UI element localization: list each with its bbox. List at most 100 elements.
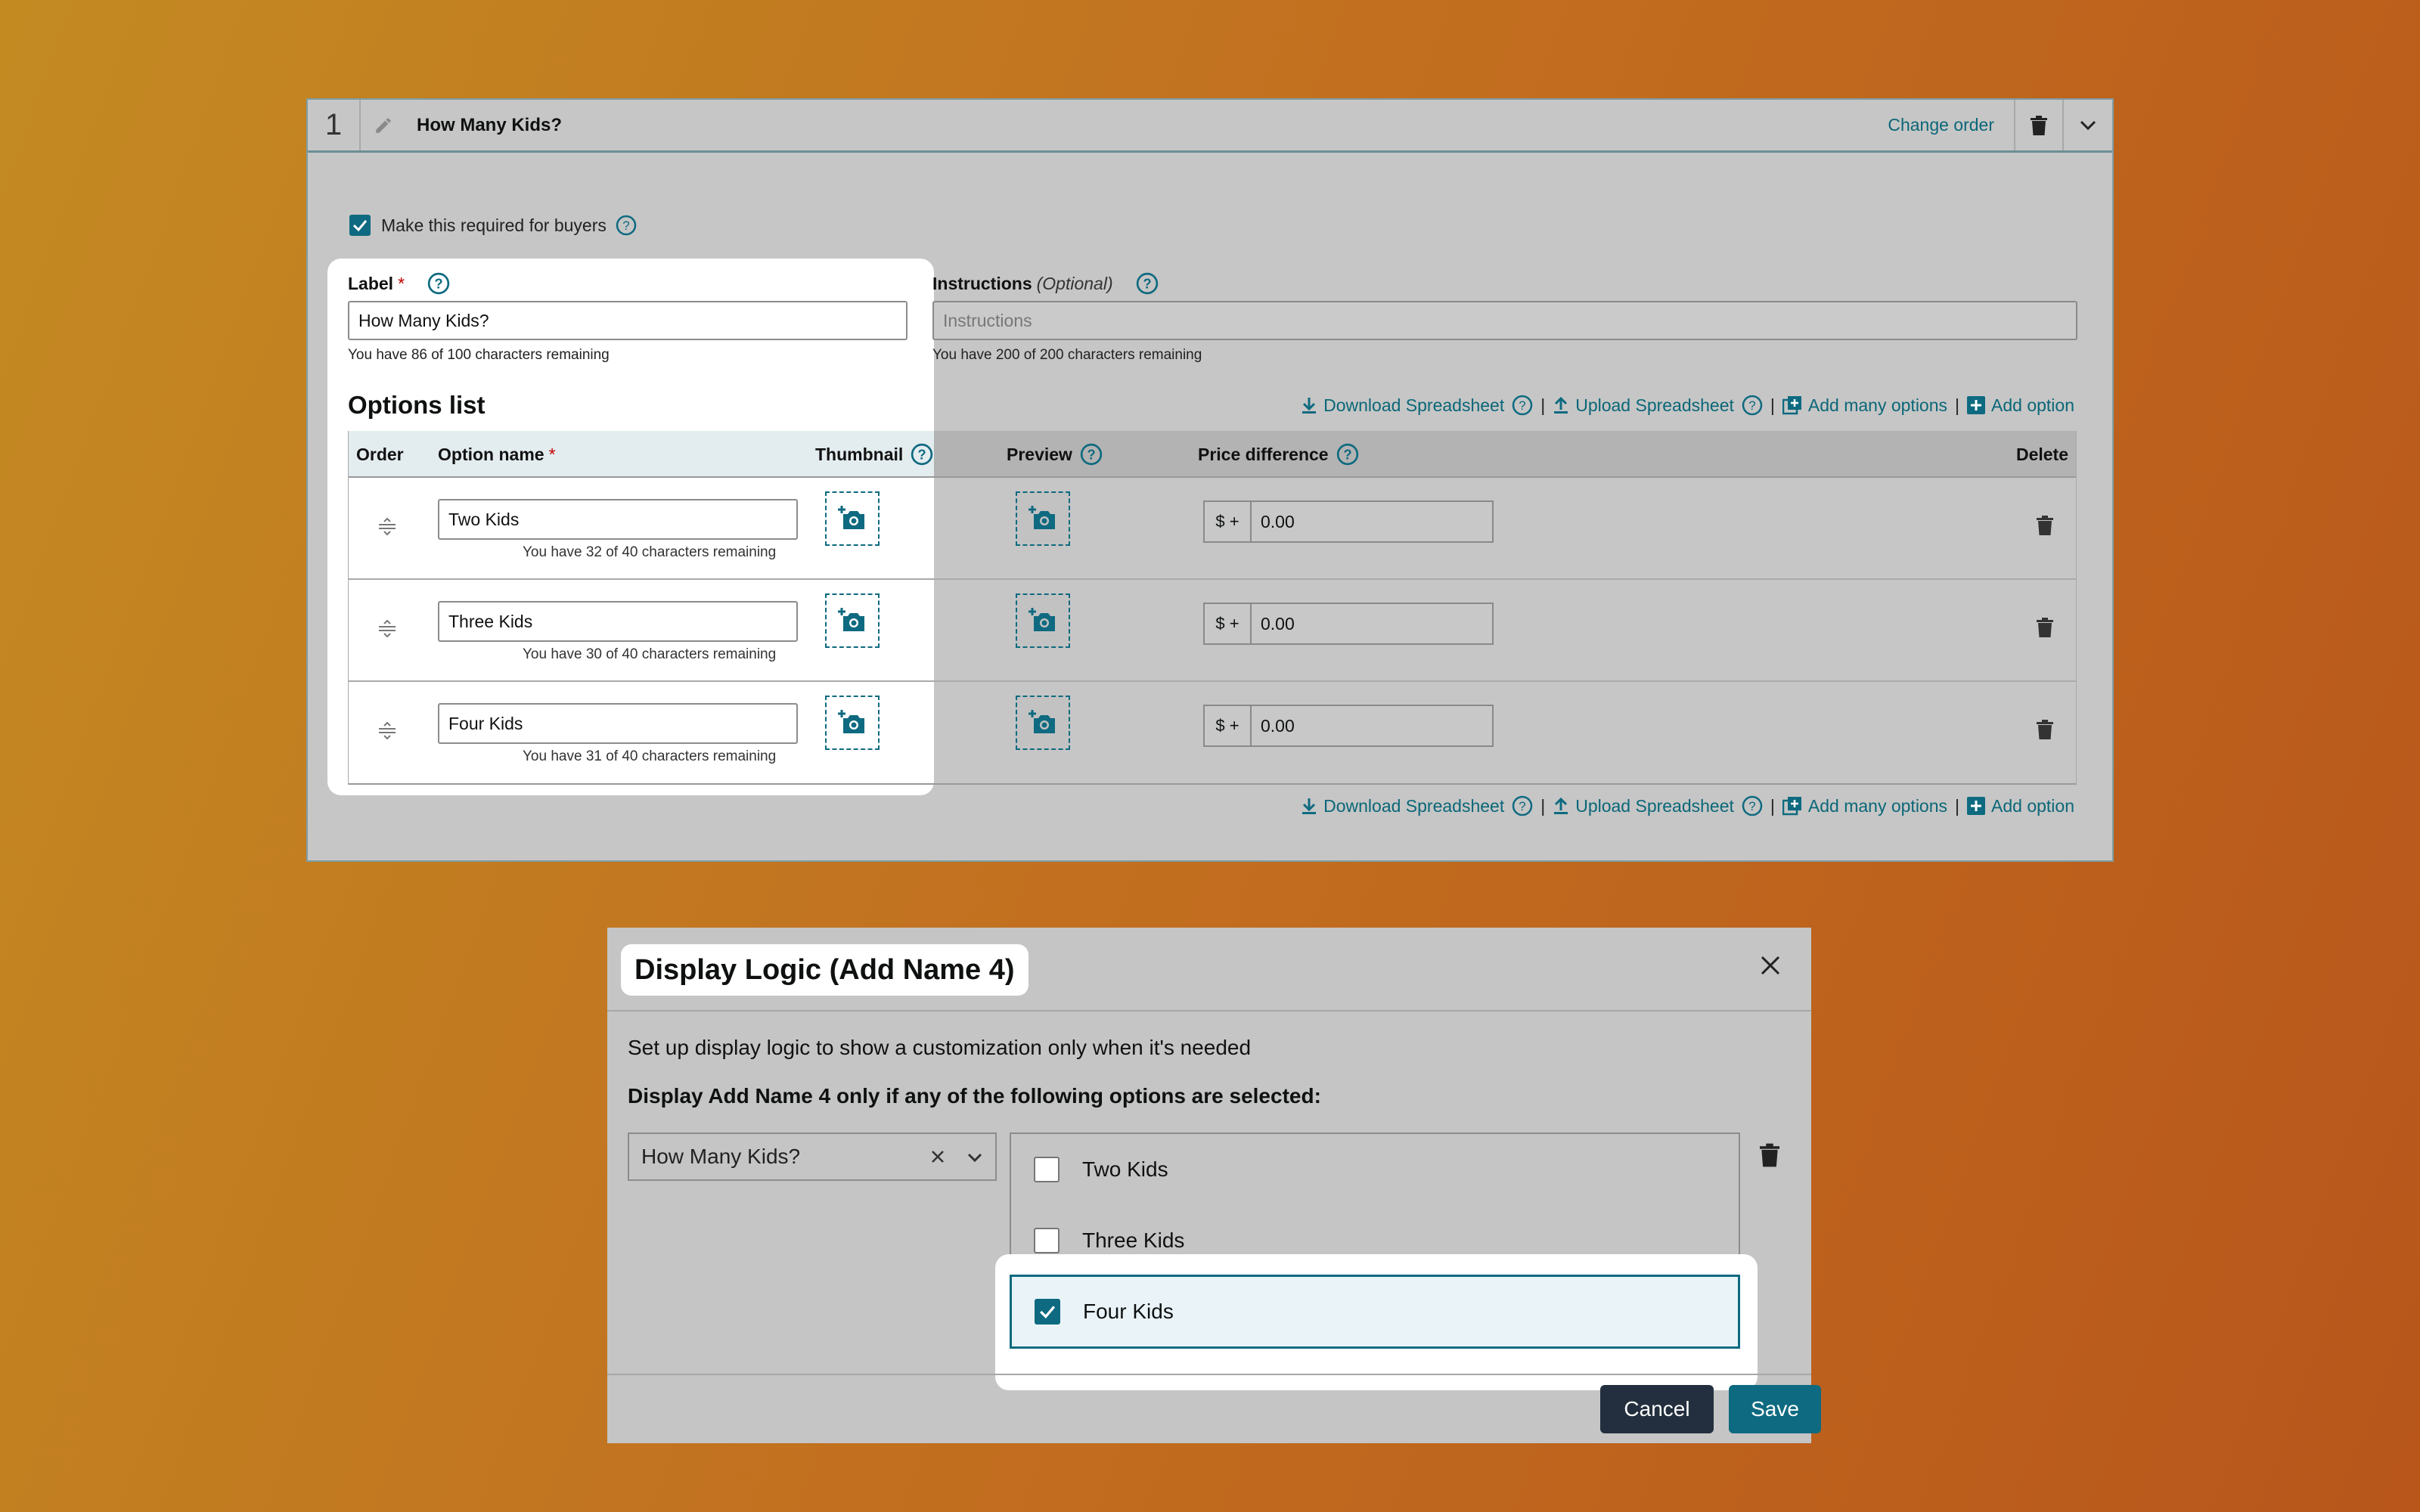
price-value[interactable]: 0.00 — [1252, 706, 1492, 745]
price-prefix: $ + — [1205, 502, 1252, 541]
add-option-link[interactable]: Add option — [1967, 796, 2074, 816]
drag-handle-icon[interactable] — [377, 517, 397, 537]
trash-icon[interactable] — [2037, 618, 2053, 637]
drag-handle-icon[interactable] — [377, 721, 397, 741]
help-icon[interactable]: ? — [1512, 795, 1533, 816]
link-separator: | — [1955, 795, 1960, 816]
add-many-icon — [1782, 396, 1801, 415]
download-spreadsheet-label: Download Spreadsheet — [1323, 795, 1505, 816]
dialog-title: Display Logic (Add Name 4) — [621, 944, 1028, 996]
instructions-input[interactable] — [932, 301, 2077, 340]
option-checkbox[interactable] — [1034, 1228, 1060, 1253]
required-row: Make this required for buyers ? — [349, 215, 637, 236]
help-icon[interactable]: ? — [427, 272, 450, 295]
download-spreadsheet-link[interactable]: Download Spreadsheet — [1301, 796, 1504, 816]
customization-select[interactable]: How Many Kids? — [628, 1132, 997, 1181]
option-name-input[interactable] — [438, 499, 798, 540]
add-many-icon — [1782, 797, 1801, 816]
svg-text:?: ? — [918, 447, 926, 462]
add-photo-icon — [838, 506, 864, 529]
option-label: Four Kids — [1083, 1300, 1174, 1323]
download-icon — [1302, 798, 1317, 814]
svg-text:?: ? — [434, 276, 442, 291]
help-icon[interactable]: ? — [1742, 395, 1763, 416]
help-icon[interactable]: ? — [1080, 443, 1103, 466]
option-name-input[interactable] — [438, 601, 798, 642]
option-char-hint: You have 30 of 40 characters remaining — [523, 646, 777, 662]
option-name-input[interactable] — [438, 703, 798, 744]
add-photo-icon — [1028, 710, 1055, 733]
upload-spreadsheet-link[interactable]: Upload Spreadsheet — [1553, 395, 1734, 416]
thumbnail-upload-button[interactable] — [825, 696, 880, 750]
trash-icon[interactable] — [2037, 720, 2053, 739]
upload-spreadsheet-label: Upload Spreadsheet — [1575, 795, 1734, 816]
preview-upload-button[interactable] — [1016, 491, 1070, 546]
download-spreadsheet-link[interactable]: Download Spreadsheet — [1301, 395, 1504, 416]
dialog-divider — [607, 1010, 1811, 1012]
preview-upload-button[interactable] — [1016, 696, 1070, 750]
instructions-title: Instructions (Optional) ? — [932, 272, 1159, 295]
required-checkbox[interactable] — [349, 215, 371, 236]
label-char-hint: You have 86 of 100 characters remaining — [348, 347, 610, 363]
price-difference-field[interactable]: $ + 0.00 — [1203, 603, 1494, 645]
label-input[interactable] — [348, 301, 908, 340]
svg-text:?: ? — [1343, 447, 1351, 462]
display-logic-dialog: Display Logic (Add Name 4) Set up displa… — [607, 928, 1821, 1443]
save-button[interactable]: Save — [1729, 1385, 1821, 1433]
price-value[interactable]: 0.00 — [1252, 502, 1492, 541]
trash-icon[interactable] — [2037, 516, 2053, 535]
multiselect-option[interactable]: Two Kids — [1011, 1134, 1739, 1205]
change-order-link[interactable]: Change order — [1868, 100, 2015, 150]
link-separator: | — [1955, 395, 1960, 415]
thumbnail-upload-button[interactable] — [825, 491, 880, 546]
trash-icon[interactable] — [1760, 1143, 1779, 1167]
chevron-down-icon[interactable] — [965, 1148, 985, 1167]
delete-card-button[interactable] — [2015, 100, 2064, 150]
drag-handle-icon[interactable] — [377, 619, 397, 639]
upload-spreadsheet-link[interactable]: Upload Spreadsheet — [1553, 796, 1734, 816]
add-icon — [1967, 797, 1986, 815]
price-value[interactable]: 0.00 — [1252, 604, 1492, 643]
add-option-label: Add option — [1991, 395, 2074, 415]
clear-icon[interactable] — [927, 1146, 948, 1167]
cancel-button[interactable]: Cancel — [1600, 1385, 1714, 1433]
link-separator: | — [1770, 395, 1775, 415]
price-difference-field[interactable]: $ + 0.00 — [1203, 500, 1494, 543]
collapse-card-button[interactable] — [2064, 100, 2112, 150]
chevron-down-icon — [2080, 120, 2096, 130]
option-checkbox[interactable] — [1034, 1157, 1060, 1182]
instructions-optional: (Optional) — [1036, 273, 1113, 293]
help-icon[interactable]: ? — [1136, 272, 1159, 295]
edit-title-button[interactable] — [361, 100, 406, 150]
checkmark-icon — [352, 220, 368, 231]
price-difference-field[interactable]: $ + 0.00 — [1203, 705, 1494, 747]
add-option-link[interactable]: Add option — [1967, 395, 2074, 416]
thumbnail-upload-button[interactable] — [825, 593, 880, 648]
multiselect-option-selected[interactable]: Four Kids — [1010, 1275, 1740, 1349]
help-icon[interactable]: ? — [1336, 443, 1359, 466]
card-title: How Many Kids? — [417, 114, 563, 135]
svg-text:?: ? — [1143, 276, 1151, 291]
upload-spreadsheet-label: Upload Spreadsheet — [1575, 395, 1734, 415]
add-many-options-link[interactable]: Add many options — [1782, 796, 1947, 816]
col-order: Order — [356, 444, 404, 464]
upload-icon — [1554, 396, 1568, 414]
add-photo-icon — [1028, 506, 1055, 529]
help-icon[interactable]: ? — [1742, 795, 1763, 816]
svg-text:?: ? — [622, 218, 629, 233]
col-preview-text: Preview — [1007, 444, 1072, 464]
help-icon[interactable]: ? — [911, 443, 933, 466]
dialog-close-button[interactable] — [1754, 949, 1787, 982]
col-option-name-text: Option name — [438, 444, 544, 464]
option-checkbox[interactable] — [1035, 1299, 1060, 1325]
link-separator: | — [1770, 795, 1775, 816]
add-many-options-link[interactable]: Add many options — [1782, 395, 1947, 416]
add-many-options-label: Add many options — [1807, 795, 1948, 816]
help-icon[interactable]: ? — [616, 215, 637, 236]
help-icon[interactable]: ? — [1512, 395, 1533, 416]
svg-text:?: ? — [1087, 447, 1095, 462]
preview-upload-button[interactable] — [1016, 593, 1070, 648]
table-row: You have 31 of 40 characters remaining $… — [349, 682, 2076, 784]
instructions-title-text: Instructions — [932, 273, 1032, 293]
svg-text:?: ? — [1748, 398, 1755, 413]
